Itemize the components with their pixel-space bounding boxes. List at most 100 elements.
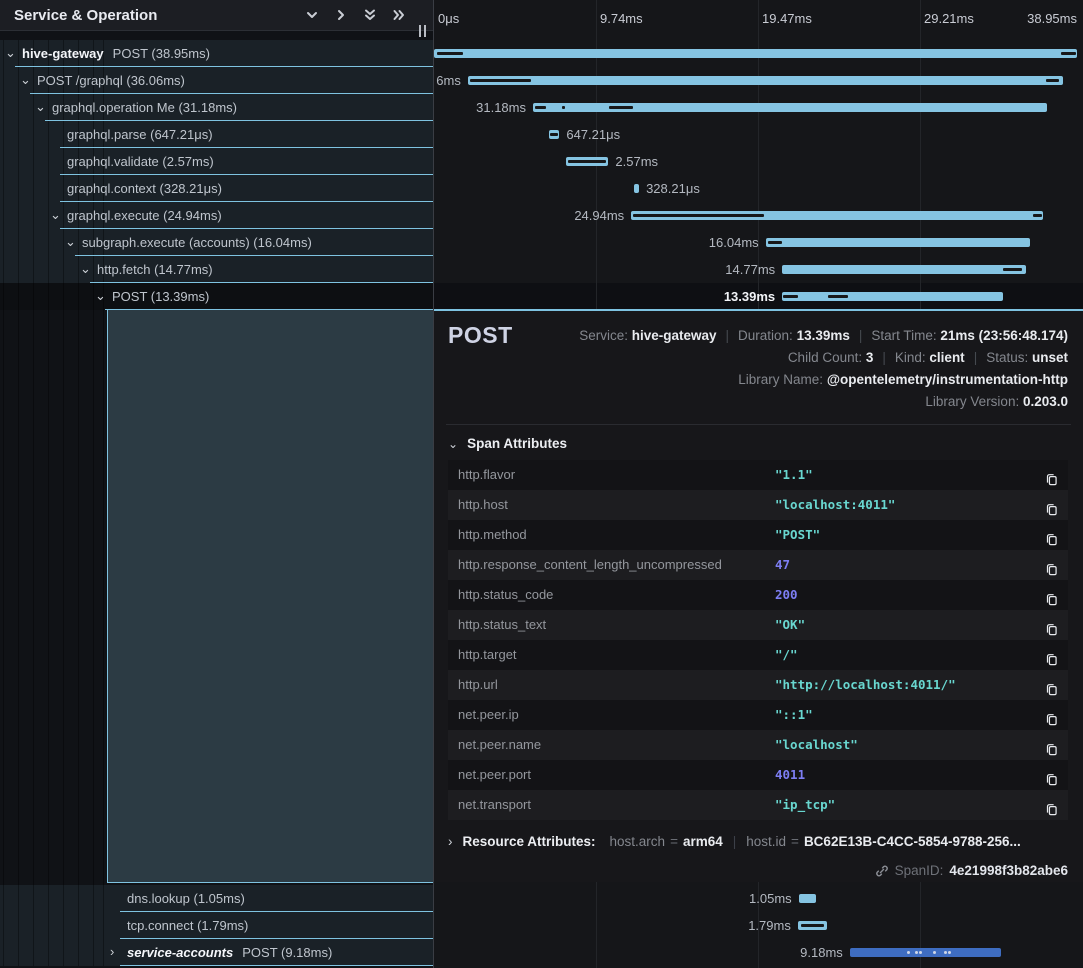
chevron-down-icon[interactable]: ⌄: [50, 202, 61, 229]
attribute-row: http.status_code200: [448, 580, 1068, 610]
span-bar[interactable]: [798, 921, 828, 930]
span-name-label: dns.lookup (1.05ms): [127, 885, 245, 912]
span-bar[interactable]: [434, 49, 1077, 58]
detail-divider: [446, 424, 1071, 425]
tree-row[interactable]: [0, 121, 433, 148]
panel-divider-line[interactable]: [433, 0, 434, 968]
chevron-down-icon[interactable]: ⌄: [95, 283, 106, 310]
resource-attributes-title: Resource Attributes:: [463, 834, 596, 849]
chevron-right-icon: ›: [448, 834, 453, 849]
span-duration-label: 328.21μs: [646, 175, 700, 202]
span-name-label: graphql.operation Me (31.18ms): [52, 94, 237, 121]
child-span-mark: [828, 295, 848, 298]
copy-icon[interactable]: [1044, 648, 1058, 663]
attribute-row: http.response_content_length_uncompresse…: [448, 550, 1068, 580]
link-icon[interactable]: [875, 864, 889, 878]
meta-separator: |: [882, 350, 886, 365]
tree-row[interactable]: [0, 148, 433, 175]
span-name-label: POST /graphql (36.06ms): [37, 67, 185, 94]
expand-one-button[interactable]: [333, 7, 349, 23]
collapse-all-button[interactable]: [362, 7, 378, 23]
resource-value: arm64: [683, 834, 723, 849]
chevron-down-icon[interactable]: ⌄: [5, 40, 16, 67]
child-span-mark: [535, 106, 546, 109]
child-span-mark: [550, 133, 559, 136]
ruler-tick-label: 19.47ms: [762, 11, 812, 26]
span-name-label: graphql.execute (24.94ms): [67, 202, 222, 229]
span-bar[interactable]: [566, 157, 608, 166]
attribute-row: http.url"http://localhost:4011/": [448, 670, 1068, 700]
span-duration-label: 9.18ms: [800, 939, 843, 966]
span-bar[interactable]: [634, 184, 639, 193]
attribute-value: "1.1": [775, 460, 813, 490]
copy-icon[interactable]: [1044, 588, 1058, 603]
span-attributes-title: Span Attributes: [467, 436, 567, 451]
copy-icon[interactable]: [1044, 738, 1058, 753]
attribute-key: http.host: [458, 490, 508, 520]
span-name-label: graphql.parse (647.21μs): [67, 121, 213, 148]
tree-row[interactable]: [0, 256, 433, 283]
span-bar[interactable]: [850, 948, 1001, 957]
span-duration-label: 1.05ms: [749, 885, 792, 912]
child-span-mark: [768, 241, 782, 244]
chevron-right-icon[interactable]: ›: [110, 939, 114, 966]
chevron-down-icon[interactable]: ⌄: [80, 256, 91, 283]
attribute-key: http.target: [458, 640, 517, 670]
meta-value: 0.203.0: [1023, 394, 1068, 409]
child-span-mark: [568, 160, 606, 163]
chevron-down-icon[interactable]: ⌄: [35, 94, 46, 121]
span-bar[interactable]: [799, 894, 816, 903]
child-span-mark: [801, 924, 825, 927]
chevron-down-icon[interactable]: ⌄: [65, 229, 76, 256]
attribute-value: 4011: [775, 760, 805, 790]
span-bar[interactable]: [468, 76, 1063, 85]
meta-separator: |: [726, 328, 730, 343]
resource-key: host.arch: [610, 834, 666, 849]
chevron-down-icon[interactable]: ⌄: [20, 67, 31, 94]
copy-icon[interactable]: [1044, 768, 1058, 783]
meta-label: Library Name:: [738, 372, 827, 387]
attribute-key: net.peer.name: [458, 730, 541, 760]
attribute-row: http.flavor "1.1": [448, 460, 1068, 490]
attribute-key: net.peer.port: [458, 760, 531, 790]
copy-icon[interactable]: [1044, 798, 1058, 813]
meta-value: unset: [1032, 350, 1068, 365]
span-bar[interactable]: [782, 265, 1026, 274]
detail-meta-line: Child Count: 3|Kind: client|Status: unse…: [579, 347, 1068, 369]
panel-resize-handle[interactable]: [419, 25, 428, 37]
copy-icon[interactable]: [1044, 558, 1058, 573]
copy-icon[interactable]: [1044, 708, 1058, 723]
resource-key: host.id: [746, 834, 786, 849]
child-span-dot: [919, 951, 922, 954]
meta-value: hive-gateway: [632, 328, 717, 343]
meta-value: 21ms (23:56:48.174): [940, 328, 1068, 343]
span-bar[interactable]: [631, 211, 1043, 220]
attribute-value: "localhost": [775, 730, 858, 760]
copy-icon[interactable]: [1044, 498, 1058, 513]
copy-icon[interactable]: [1044, 468, 1058, 483]
expand-all-button[interactable]: [391, 7, 407, 23]
indent-guide-line: [18, 40, 19, 966]
child-span-mark: [783, 295, 798, 298]
copy-icon[interactable]: [1044, 528, 1058, 543]
attribute-key: http.flavor: [458, 460, 515, 490]
span-duration-label: 1.79ms: [748, 912, 791, 939]
attribute-key: http.url: [458, 670, 498, 700]
resource-attributes-row[interactable]: ›Resource Attributes:host.arch=arm64|hos…: [448, 834, 1021, 849]
span-bar[interactable]: [766, 238, 1031, 247]
attribute-row: net.peer.port 4011: [448, 760, 1068, 790]
collapse-one-button[interactable]: [304, 7, 320, 23]
meta-label: Kind:: [895, 350, 930, 365]
chevron-right-icon: [333, 7, 349, 23]
span-attributes-header[interactable]: ⌄ Span Attributes: [448, 436, 567, 451]
chevron-down-icon: ⌄: [448, 437, 458, 451]
span-bar[interactable]: [782, 292, 1003, 301]
span-bar[interactable]: [549, 130, 560, 139]
tree-row[interactable]: [0, 283, 433, 310]
span-bar[interactable]: [533, 103, 1047, 112]
meta-label: Service:: [579, 328, 632, 343]
span-id-value: 4e21998f3b82abe6: [949, 863, 1068, 878]
child-span-dot: [907, 951, 910, 954]
copy-icon[interactable]: [1044, 618, 1058, 633]
copy-icon[interactable]: [1044, 678, 1058, 693]
